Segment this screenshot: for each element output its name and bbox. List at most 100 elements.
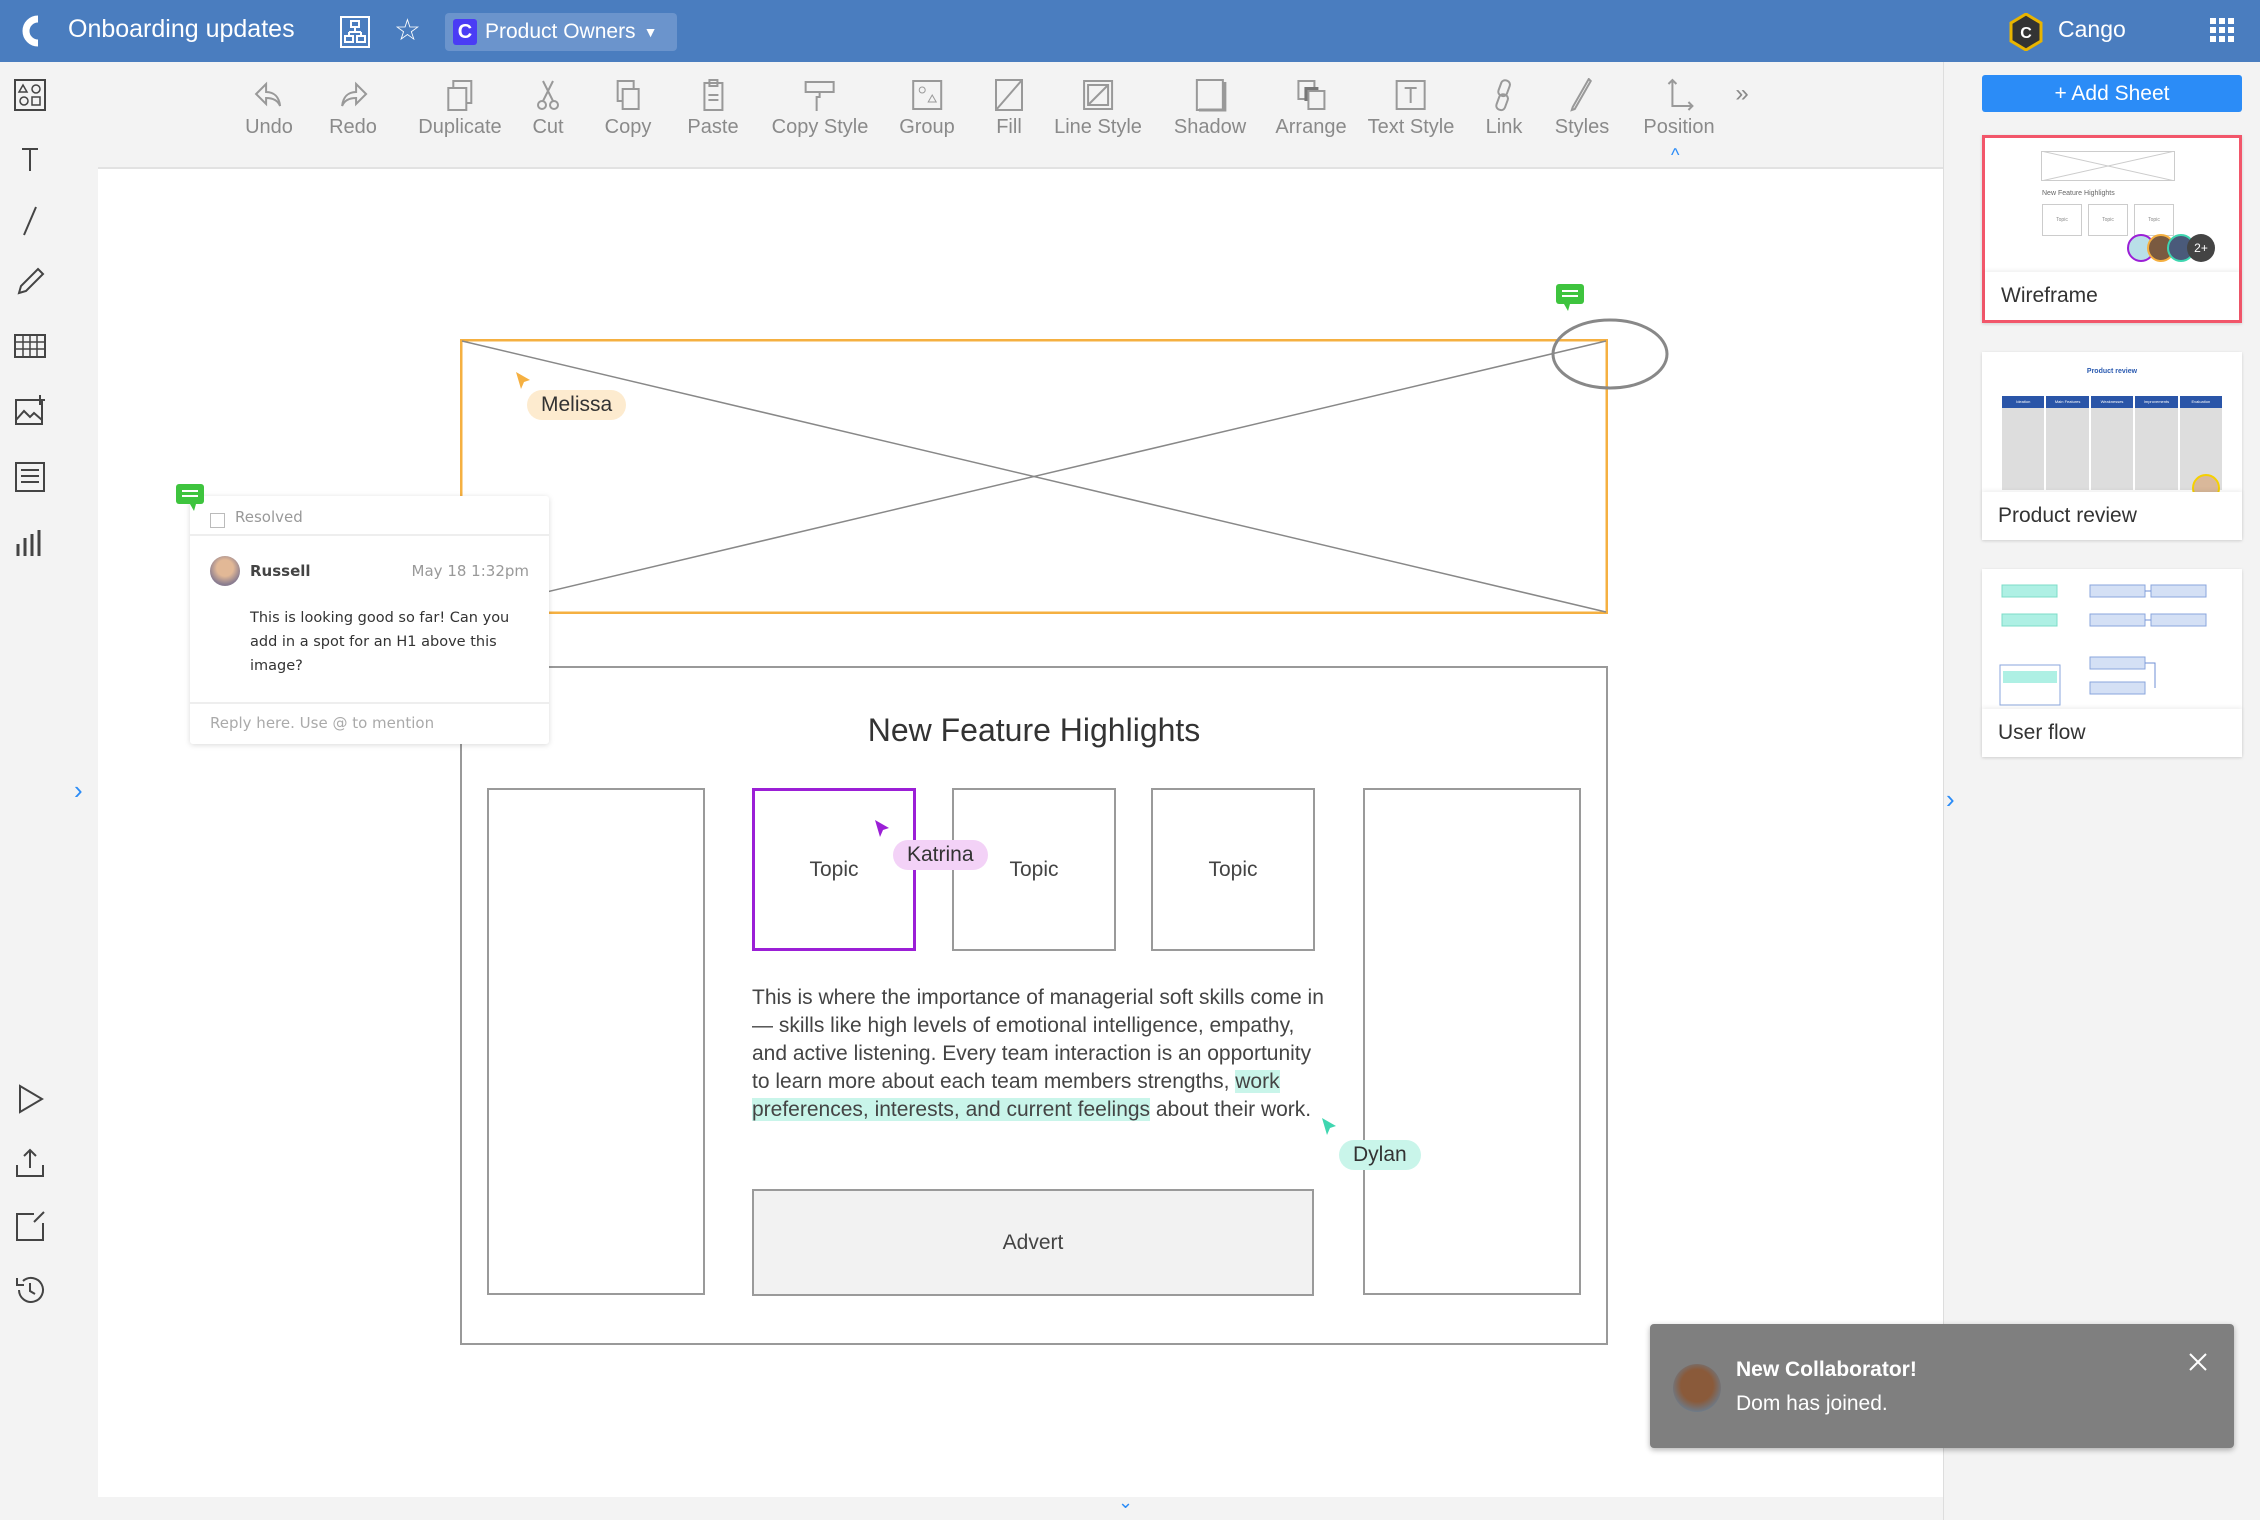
- preview-title: Product review: [2086, 368, 2138, 375]
- resolved-checkbox[interactable]: [210, 512, 225, 528]
- export-icon[interactable]: [14, 1210, 46, 1242]
- section-heading[interactable]: New Feature Highlights: [460, 712, 1608, 749]
- history-icon[interactable]: [14, 1274, 46, 1306]
- cursor-label-dylan: Dylan: [1339, 1140, 1421, 1170]
- svg-text:C: C: [2020, 25, 2032, 42]
- preview-column-header: Evaluation: [2179, 396, 2223, 408]
- tool-label: Fill: [996, 116, 1022, 138]
- cursor-melissa-icon: [516, 372, 530, 389]
- tool-label: Styles: [1554, 116, 1610, 138]
- right-column-block[interactable]: [1363, 788, 1581, 1295]
- tool-label: Paste: [687, 116, 739, 138]
- top-bar: Onboarding updates ☆ C Product Owners ▼ …: [0, 0, 2260, 62]
- body-paragraph[interactable]: This is where the importance of manageri…: [752, 984, 1327, 1124]
- text-tool-icon[interactable]: [14, 143, 46, 175]
- close-icon[interactable]: [2188, 1352, 2208, 1372]
- advert-label: Advert: [1002, 1230, 1064, 1254]
- preview-column-header: Main Features: [2046, 396, 2089, 408]
- star-icon[interactable]: ☆: [394, 15, 421, 47]
- duplicate-icon: [446, 80, 472, 111]
- tool-cut-button[interactable]: Cut: [531, 78, 565, 139]
- preview-column-header: Ideation: [2002, 396, 2045, 408]
- line-tool-icon[interactable]: [14, 205, 46, 237]
- left-tool-sidebar: ›: [0, 62, 83, 1520]
- advert-block[interactable]: Advert: [752, 1189, 1314, 1296]
- tool-position-button[interactable]: Position: [1643, 78, 1715, 139]
- shapes-icon[interactable]: [14, 79, 46, 111]
- team-name: Product Owners: [485, 20, 636, 43]
- diagram-icon[interactable]: [340, 16, 370, 53]
- document-title[interactable]: Onboarding updates: [68, 15, 295, 44]
- comment-thread: Resolved Russell May 18 1:32pm This is l…: [190, 496, 549, 744]
- preview-flow-diagram: [1999, 584, 2207, 706]
- preview-topic: Topic: [2134, 204, 2174, 236]
- comment-text: This is looking good so far! Can you add…: [250, 610, 510, 674]
- tool-label: Group: [899, 116, 955, 138]
- cut-icon: [537, 80, 559, 110]
- collapse-toolbar-icon[interactable]: ^: [1671, 145, 1679, 166]
- sheet-thumbnail-wireframe[interactable]: New Feature Highlights Topic Topic Topic…: [1982, 135, 2242, 323]
- expand-bottom-panel-icon[interactable]: ⌄: [1118, 1492, 1133, 1513]
- tool-arrange-button[interactable]: Arrange: [1275, 78, 1347, 139]
- tool-label: Duplicate: [418, 116, 502, 138]
- table-icon[interactable]: [14, 330, 46, 362]
- comment-author: Russell: [250, 562, 311, 580]
- tool-label: Redo: [329, 116, 377, 138]
- apps-grid-icon[interactable]: [2210, 18, 2234, 47]
- tool-copy-style-button[interactable]: Copy Style: [772, 78, 868, 139]
- group-icon: [912, 80, 942, 110]
- toolbar: Undo Redo Duplicate Cut Copy Paste Copy Style G…: [98, 62, 1943, 169]
- sheet-thumbnail-product-review[interactable]: Product review Ideation Main Features We…: [1982, 352, 2242, 540]
- cursor-label-katrina: Katrina: [893, 840, 988, 870]
- tool-styles-button[interactable]: Styles: [1555, 78, 1609, 139]
- team-logo-icon: C: [453, 19, 477, 45]
- add-sheet-button[interactable]: + Add Sheet: [1982, 75, 2242, 112]
- tool-copy-button[interactable]: Copy: [604, 78, 652, 139]
- pencil-icon[interactable]: [14, 266, 46, 298]
- tool-line-style-button[interactable]: Line Style: [1054, 78, 1142, 139]
- left-column-block[interactable]: [487, 788, 705, 1295]
- tool-redo-button[interactable]: Redo: [329, 78, 377, 139]
- template-icon[interactable]: [14, 461, 46, 493]
- tool-text-style-button[interactable]: Text Style: [1368, 78, 1454, 139]
- copy-icon: [616, 80, 640, 110]
- image-placeholder[interactable]: [460, 339, 1608, 614]
- sheet-label: User flow: [1982, 709, 2242, 757]
- topic-card[interactable]: Topic: [752, 788, 916, 951]
- tool-paste-button[interactable]: Paste: [687, 78, 739, 139]
- comment-marker-icon[interactable]: [1556, 284, 1584, 314]
- tool-group-button[interactable]: Group: [899, 78, 955, 139]
- fill-icon: [995, 79, 1023, 111]
- app-logo-icon[interactable]: [18, 13, 42, 49]
- image-icon[interactable]: [14, 395, 46, 427]
- shadow-icon: [1196, 79, 1227, 112]
- tool-undo-button[interactable]: Undo: [245, 78, 293, 139]
- preview-topic: Topic: [2088, 204, 2128, 236]
- team-selector[interactable]: C Product Owners ▼: [445, 13, 677, 51]
- topic-card[interactable]: Topic: [1151, 788, 1315, 951]
- collapse-right-panel-icon[interactable]: ›: [1946, 784, 1955, 815]
- tool-shadow-button[interactable]: Shadow: [1174, 78, 1246, 139]
- brand-logo-icon: C: [2009, 12, 2043, 56]
- tool-link-button[interactable]: Link: [1485, 78, 1523, 139]
- paste-icon: [703, 79, 723, 111]
- present-play-icon[interactable]: [14, 1083, 46, 1115]
- comment-marker-icon[interactable]: [176, 484, 204, 514]
- chart-icon[interactable]: [14, 526, 46, 558]
- more-tools-button[interactable]: »: [1735, 80, 1748, 108]
- share-upload-icon[interactable]: [14, 1147, 46, 1179]
- preview-column-header: Weaknesses: [2090, 396, 2134, 408]
- tool-label: Link: [1485, 116, 1523, 138]
- toast-title: New Collaborator!: [1736, 1358, 1917, 1381]
- tool-duplicate-button[interactable]: Duplicate: [418, 78, 502, 139]
- tool-fill-button[interactable]: Fill: [992, 78, 1026, 139]
- freehand-ellipse-annotation[interactable]: [1548, 314, 1672, 394]
- tool-label: Undo: [245, 116, 293, 138]
- sheet-thumbnail-user-flow[interactable]: User flow: [1982, 569, 2242, 757]
- reply-input[interactable]: Reply here. Use @ to mention: [190, 702, 549, 742]
- text-style-icon: [1395, 80, 1426, 110]
- chevron-down-icon: ▼: [643, 24, 658, 40]
- paragraph-text: about their work.: [1150, 1098, 1312, 1121]
- expand-left-panel-icon[interactable]: ›: [74, 775, 83, 806]
- tool-label: Copy: [604, 116, 652, 138]
